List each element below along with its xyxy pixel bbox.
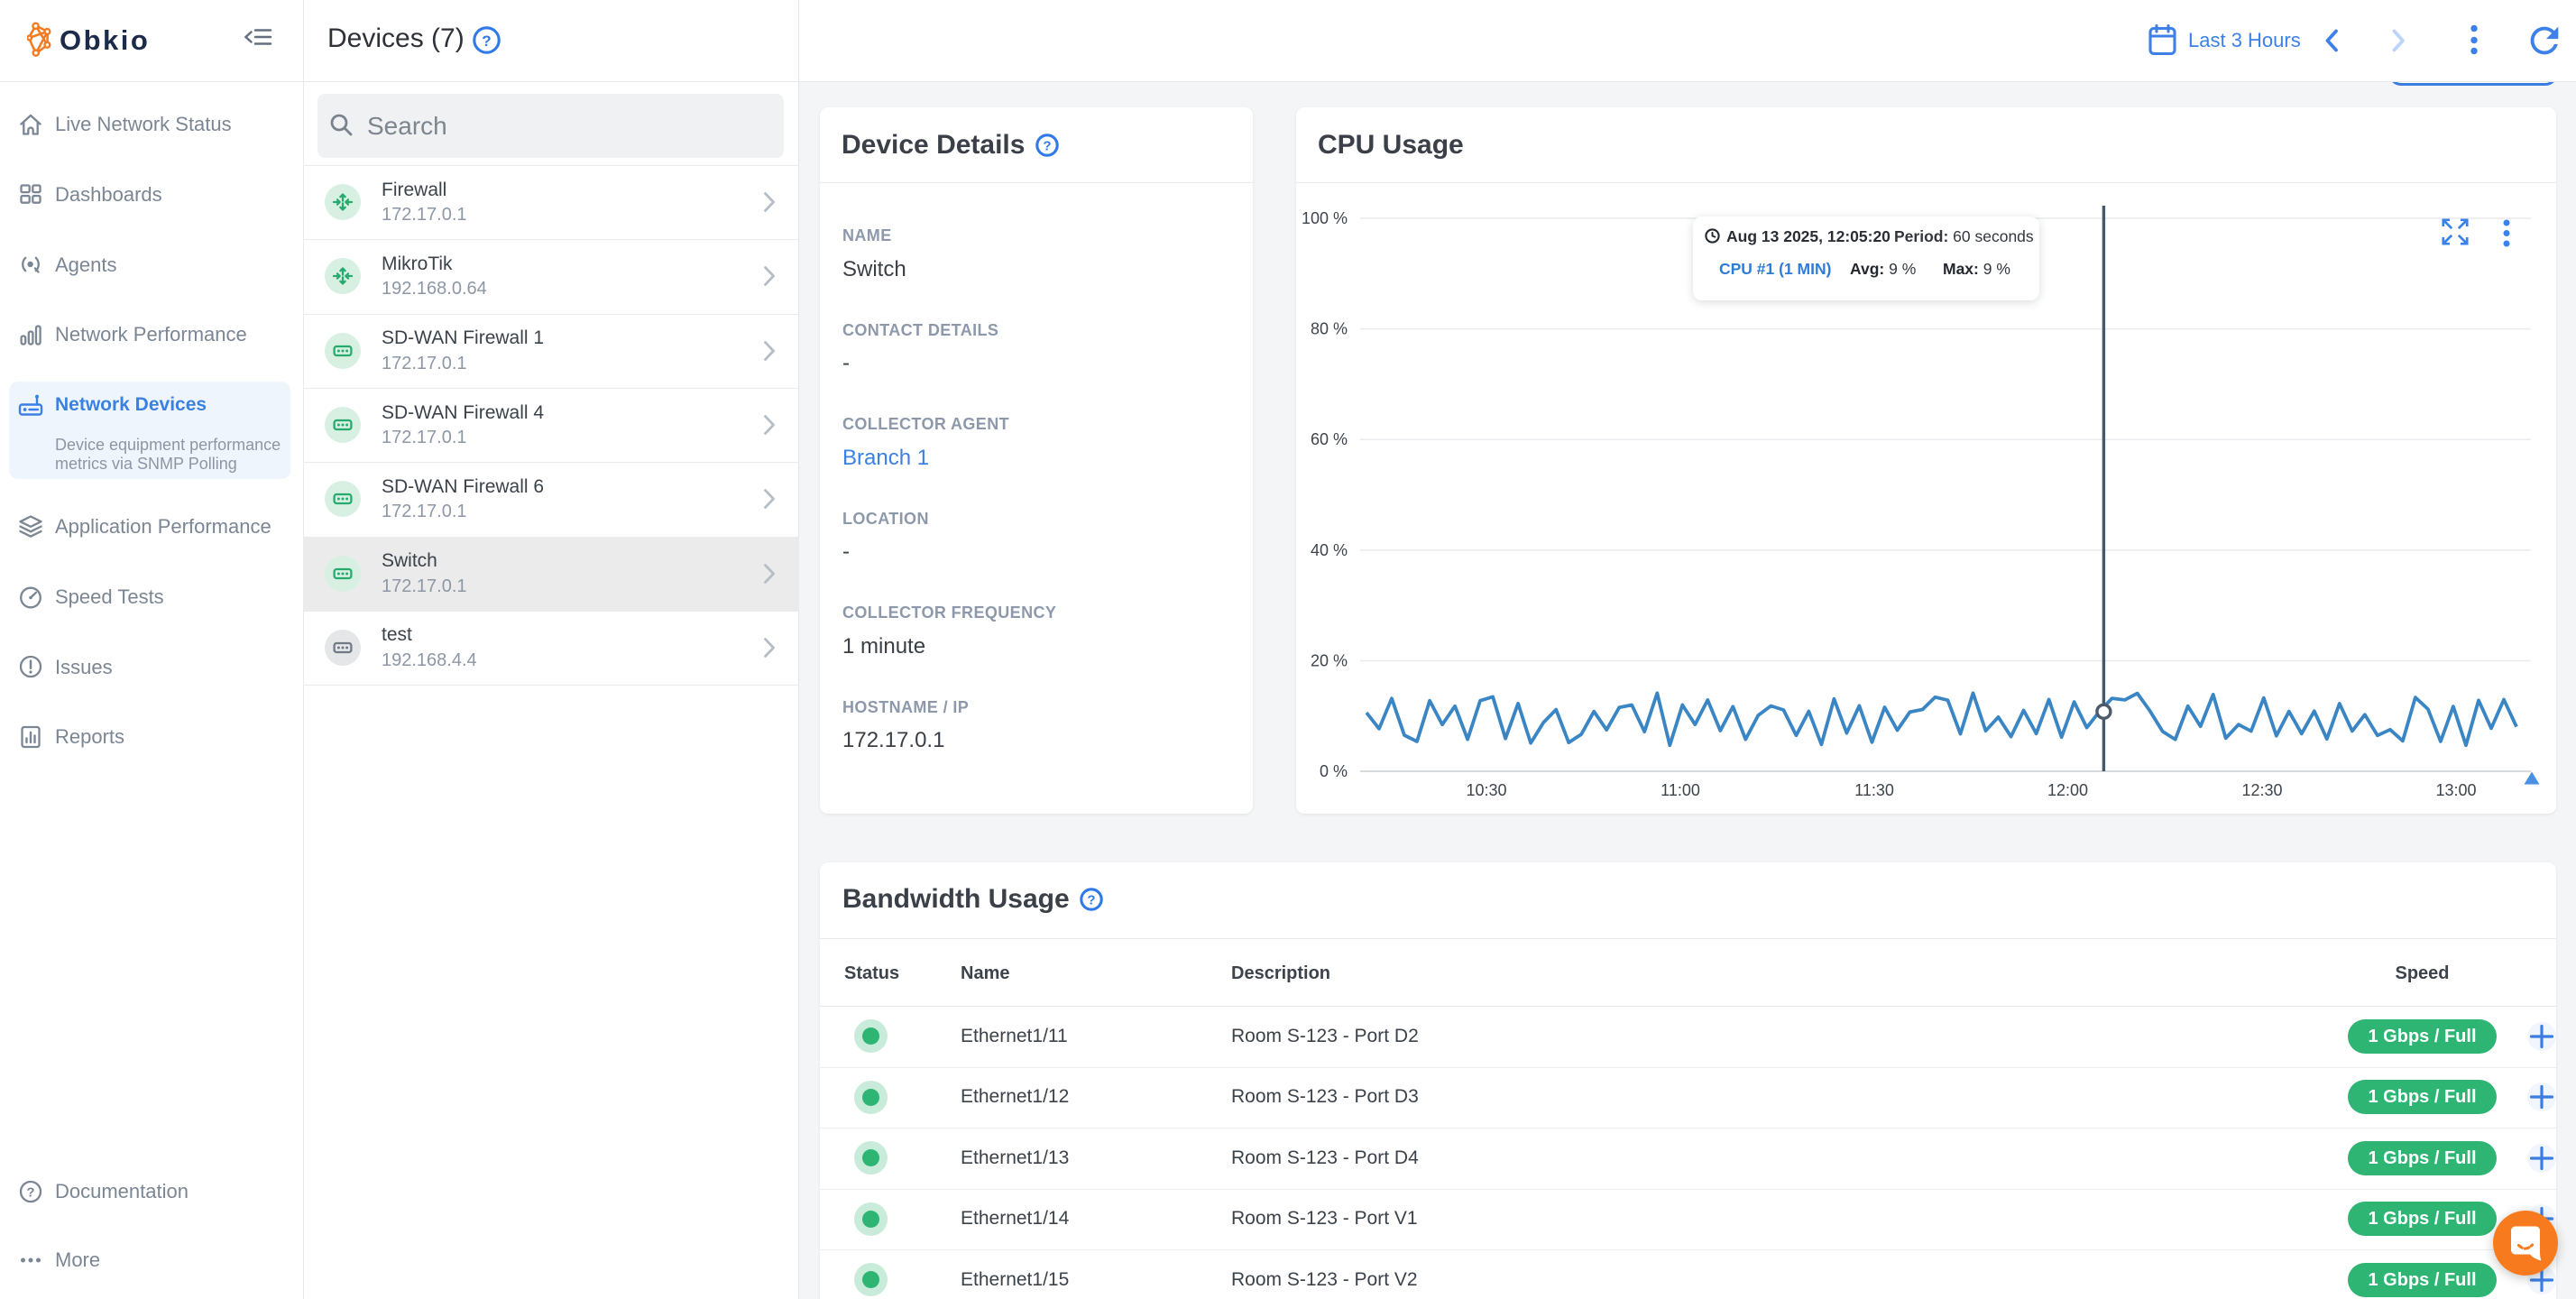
svg-text:60 %: 60 % xyxy=(1311,430,1348,448)
svg-text:10:30: 10:30 xyxy=(1466,781,1506,799)
svg-text:11:30: 11:30 xyxy=(1854,781,1894,799)
svg-text:12:30: 12:30 xyxy=(2241,781,2282,799)
svg-text:12:00: 12:00 xyxy=(2047,781,2088,799)
svg-text:?: ? xyxy=(1043,139,1051,154)
svg-text:0 %: 0 % xyxy=(1320,762,1348,780)
svg-text:40 %: 40 % xyxy=(1311,541,1348,559)
svg-text:?: ? xyxy=(1087,893,1095,908)
svg-text:20 %: 20 % xyxy=(1311,651,1348,669)
svg-text:?: ? xyxy=(26,1185,34,1201)
svg-text:80 %: 80 % xyxy=(1311,320,1348,338)
svg-text:?: ? xyxy=(482,32,491,50)
svg-text:100 %: 100 % xyxy=(1302,209,1348,227)
svg-text:13:00: 13:00 xyxy=(2435,781,2476,799)
svg-text:11:00: 11:00 xyxy=(1661,781,1700,799)
